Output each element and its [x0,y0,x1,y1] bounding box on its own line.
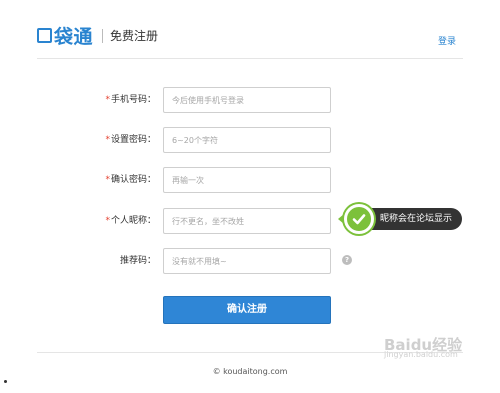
referral-label-text: 推荐码： [119,256,156,266]
header-divider [37,58,463,59]
checkmark-icon [344,204,374,234]
confirm-password-label-text: 确认密码： [110,175,156,185]
logo-square-icon [37,28,52,43]
page-title: 免费注册 [110,29,159,43]
referral-label: 推荐码： [119,248,156,274]
nickname-label: *个人昵称： [105,208,156,234]
phone-label-text: 手机号码： [110,95,156,105]
form-row-confirm-password: *确认密码： [0,167,500,193]
nickname-input[interactable] [163,208,331,234]
form-row-referral: 推荐码： [0,248,500,274]
required-mark: * [105,175,110,185]
question-icon[interactable]: ? [342,255,352,265]
form-row-phone: *手机号码： [0,87,500,113]
bullet-dot [4,380,7,383]
required-mark: * [105,135,110,145]
nickname-label-text: 个人昵称： [110,216,156,226]
logo-divider [102,28,104,43]
footer-copyright: © koudaitong.com [212,367,288,376]
logo[interactable]: 袋通 免费注册 [37,22,158,49]
nickname-tooltip: 昵称会在论坛显示 [338,203,463,235]
phone-label: *手机号码： [105,87,156,113]
form-row-password: *设置密码： [0,127,500,153]
password-input[interactable] [163,127,331,153]
register-button[interactable]: 确认注册 [163,296,331,324]
tooltip-text: 昵称会在论坛显示 [360,208,463,230]
confirm-password-label: *确认密码： [105,167,156,193]
login-link[interactable]: 登录 [438,34,456,47]
confirm-password-input[interactable] [163,167,331,193]
page-header: 袋通 免费注册 登录 [0,0,500,60]
watermark-sub: jingyan.baidu.com [384,350,458,359]
watermark: Baidu经验 jingyan.baidu.com [384,336,463,360]
password-label: *设置密码： [105,127,156,153]
phone-input[interactable] [163,87,331,113]
required-mark: * [105,216,110,226]
watermark-main: Baidu经验 [384,336,463,354]
referral-input[interactable] [163,248,331,274]
required-mark: * [105,95,110,105]
password-label-text: 设置密码： [110,135,156,145]
logo-text: 袋通 [54,26,94,48]
